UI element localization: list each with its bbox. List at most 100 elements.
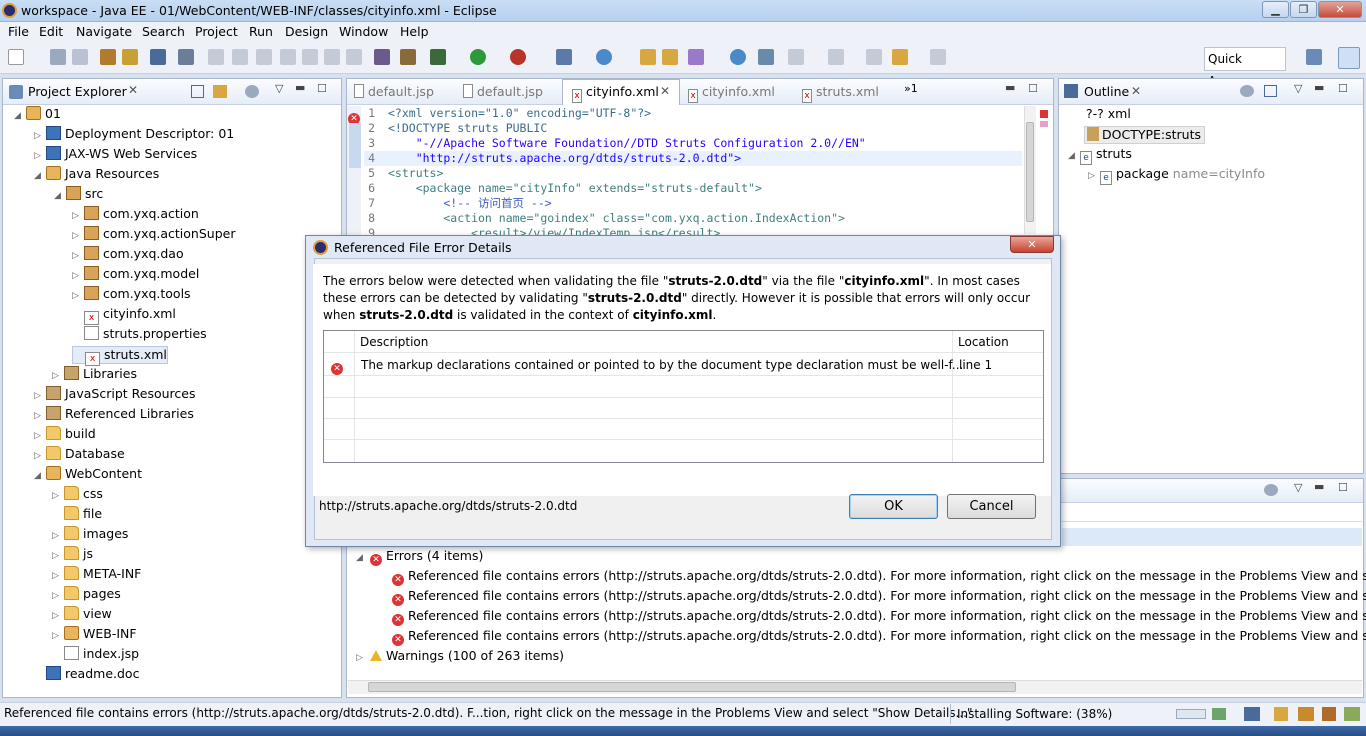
menu-file[interactable]: File bbox=[8, 24, 29, 39]
tree-item-index-jsp[interactable]: index.jsp bbox=[52, 646, 139, 664]
tree-item-readme-doc[interactable]: readme.doc bbox=[34, 666, 139, 684]
tab-default-jsp-2[interactable]: default.jsp bbox=[461, 84, 543, 99]
back-icon[interactable] bbox=[892, 49, 908, 65]
code-line[interactable]: <action name="goindex" class="com.yxq.ac… bbox=[388, 211, 845, 226]
outline-item-doctype[interactable]: DOCTYPE:struts bbox=[1084, 126, 1205, 144]
step-over-icon[interactable] bbox=[324, 49, 340, 65]
maximize-editor-icon[interactable]: ☐ bbox=[1028, 82, 1038, 95]
menu-edit[interactable]: Edit bbox=[39, 24, 63, 39]
outline-item-package[interactable]: ▷ e package name=cityInfo bbox=[1088, 166, 1265, 185]
code-line[interactable]: "-//Apache Software Foundation//DTD Stru… bbox=[388, 136, 866, 151]
tree-item-web-inf[interactable]: ▷ WEB-INF bbox=[52, 626, 137, 644]
tree-item-webcontent[interactable]: ◢ WebContent bbox=[34, 466, 142, 484]
view-menu-icon[interactable]: ▽ bbox=[1294, 481, 1302, 494]
open-perspective-icon[interactable] bbox=[1306, 49, 1322, 65]
minimize-view-icon[interactable]: ▬ bbox=[1314, 81, 1324, 94]
save-icon[interactable] bbox=[50, 49, 66, 65]
last-edit-icon[interactable] bbox=[866, 49, 882, 65]
new-wizard-icon[interactable] bbox=[596, 49, 612, 65]
tree-item-package-model[interactable]: ▷ com.yxq.model bbox=[72, 266, 199, 284]
code-line[interactable]: <struts> bbox=[388, 166, 443, 181]
tree-item-src[interactable]: ◢ src bbox=[54, 186, 103, 204]
tree-item-database[interactable]: ▷ Database bbox=[34, 446, 125, 464]
search-icon[interactable] bbox=[758, 49, 774, 65]
outline-item-struts[interactable]: ◢ e struts bbox=[1068, 146, 1132, 165]
tree-item-package-dao[interactable]: ▷ com.yxq.dao bbox=[72, 246, 184, 264]
code-line[interactable]: <?xml version="1.0" encoding="UTF-8"?> bbox=[388, 106, 651, 121]
problems-scrollbar-thumb[interactable] bbox=[368, 682, 1016, 692]
dialog-close-button[interactable]: ✕ bbox=[1010, 236, 1054, 253]
menu-run[interactable]: Run bbox=[249, 24, 273, 39]
tab-cityinfo-xml-label[interactable]: x cityinfo.xml bbox=[570, 84, 659, 103]
tree-item-build[interactable]: ▷ build bbox=[34, 426, 96, 444]
tree-item-struts-properties[interactable]: struts.properties bbox=[72, 326, 207, 344]
tree-icon[interactable] bbox=[1344, 707, 1360, 721]
code-line[interactable]: <result>/view/IndexTemp.jsp</result> bbox=[388, 226, 720, 235]
menu-search[interactable]: Search bbox=[142, 24, 185, 39]
maximize-view-icon[interactable]: ☐ bbox=[317, 82, 327, 95]
tree-item-struts-xml[interactable]: x struts.xml bbox=[72, 346, 168, 366]
outline-item-xml[interactable]: ?-? xml bbox=[1086, 106, 1131, 124]
overview-error-marker[interactable] bbox=[1040, 110, 1048, 118]
tab-struts-xml[interactable]: x struts.xml bbox=[800, 84, 879, 103]
error-description[interactable]: The markup declarations contained or poi… bbox=[361, 358, 963, 372]
drop-to-frame-icon[interactable] bbox=[374, 49, 390, 65]
menu-help[interactable]: Help bbox=[400, 24, 429, 39]
focus-icon[interactable] bbox=[245, 85, 259, 98]
editor-scrollbar-thumb[interactable] bbox=[1026, 122, 1034, 222]
run-external-tools-icon[interactable] bbox=[510, 49, 526, 65]
problem-row[interactable]: ✕ Referenced file contains errors (http:… bbox=[392, 628, 1366, 646]
progress-label[interactable]: Installing Software: (38%) bbox=[957, 707, 1112, 721]
problem-row[interactable]: ✕ Referenced file contains errors (http:… bbox=[392, 588, 1366, 606]
tree-item-file[interactable]: file bbox=[52, 506, 102, 524]
menu-design[interactable]: Design bbox=[285, 24, 328, 39]
new-icon[interactable] bbox=[8, 49, 24, 65]
open-folder-icon[interactable] bbox=[640, 49, 656, 65]
resume-icon[interactable] bbox=[208, 49, 224, 65]
tree-item-javascript-resources[interactable]: ▷ JavaScript Resources bbox=[34, 386, 195, 404]
view-menu-icon[interactable]: ▽ bbox=[275, 82, 283, 95]
filter-icon[interactable] bbox=[1264, 484, 1278, 496]
tree-item-package-tools[interactable]: ▷ com.yxq.tools bbox=[72, 286, 191, 304]
run-icon[interactable] bbox=[470, 49, 486, 65]
link-with-editor-icon[interactable] bbox=[213, 85, 227, 98]
suspend-icon[interactable] bbox=[232, 49, 248, 65]
tree-item-meta-inf[interactable]: ▷ META-INF bbox=[52, 566, 141, 584]
pen-icon[interactable] bbox=[688, 49, 704, 65]
cancel-button[interactable]: Cancel bbox=[947, 494, 1036, 519]
tree-item-package-action[interactable]: ▷ com.yxq.action bbox=[72, 206, 199, 224]
maximize-view-icon[interactable]: ☐ bbox=[1338, 481, 1348, 494]
server-icon[interactable] bbox=[556, 49, 572, 65]
pencil-icon[interactable] bbox=[1322, 707, 1336, 721]
column-description[interactable]: Description bbox=[360, 335, 428, 349]
error-location[interactable]: line 1 bbox=[959, 358, 992, 372]
close-tab-icon[interactable]: ✕ bbox=[660, 84, 670, 98]
tree-item-js[interactable]: ▷ js bbox=[52, 546, 93, 564]
close-tab-icon[interactable]: ✕ bbox=[1131, 84, 1141, 98]
minimize-button[interactable]: ▁ bbox=[1262, 1, 1289, 18]
code-line[interactable]: <!DOCTYPE struts PUBLIC bbox=[388, 121, 547, 136]
tree-item-cityinfo-xml[interactable]: x cityinfo.xml bbox=[72, 306, 176, 325]
progress-bar[interactable] bbox=[1176, 709, 1206, 719]
close-tab-icon[interactable]: ✕ bbox=[128, 83, 138, 97]
column-location[interactable]: Location bbox=[958, 335, 1009, 349]
tree-item-referenced-libraries[interactable]: ▷ Referenced Libraries bbox=[34, 406, 194, 424]
view-menu-icon[interactable]: ▽ bbox=[1294, 82, 1302, 95]
tree-item-java-resources[interactable]: ◢ Java Resources bbox=[34, 166, 159, 184]
code-line[interactable]: "http://struts.apache.org/dtds/struts-2.… bbox=[388, 151, 741, 166]
use-step-filters-icon[interactable] bbox=[400, 49, 416, 65]
tab-overflow[interactable]: »1 bbox=[904, 82, 918, 95]
console-icon[interactable] bbox=[150, 49, 166, 65]
tab-cityinfo-xml-2[interactable]: x cityinfo.xml bbox=[686, 84, 775, 103]
menu-navigate[interactable]: Navigate bbox=[76, 24, 132, 39]
menu-project[interactable]: Project bbox=[195, 24, 238, 39]
hide-attributes-icon[interactable] bbox=[1240, 85, 1254, 97]
step-return-icon[interactable] bbox=[346, 49, 362, 65]
collapse-all-icon[interactable] bbox=[1264, 85, 1277, 97]
minimize-view-icon[interactable]: ▬ bbox=[295, 81, 305, 94]
tray-icon[interactable] bbox=[1244, 707, 1260, 721]
web-browser-icon[interactable] bbox=[730, 49, 746, 65]
problem-row[interactable]: ✕ Referenced file contains errors (http:… bbox=[392, 608, 1366, 626]
open-type-icon[interactable] bbox=[100, 49, 116, 65]
step-into-icon[interactable] bbox=[302, 49, 318, 65]
